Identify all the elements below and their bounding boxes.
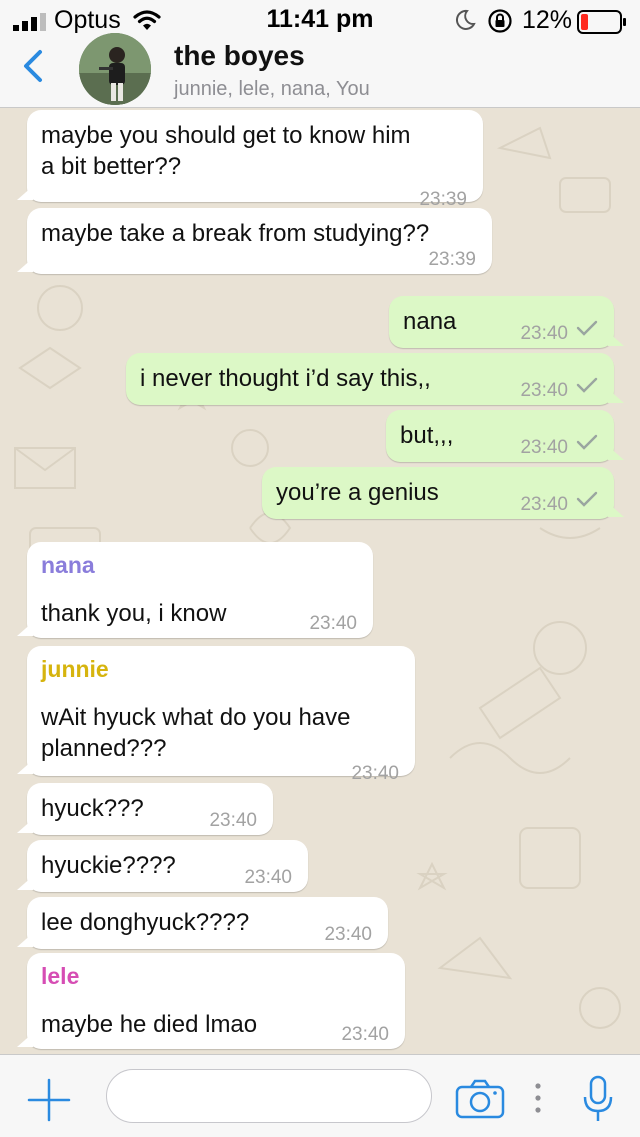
message-text: nana — [403, 308, 457, 335]
message-input[interactable] — [106, 1069, 432, 1123]
microphone-icon[interactable] — [582, 1075, 614, 1123]
bubble-tail — [17, 760, 33, 774]
message-timestamp: 23:40 — [520, 380, 568, 401]
bubble-tail — [608, 332, 624, 346]
bubble-tail — [608, 389, 624, 403]
sender-name[interactable]: lele — [41, 961, 79, 992]
message-timestamp: 23:40 — [309, 613, 357, 634]
more-dots-icon[interactable] — [532, 1081, 544, 1115]
incoming-message-bubble[interactable]: lee donghyuck???? 23:40 — [17, 897, 388, 949]
outgoing-message-bubble[interactable]: you’re a genius 23:40 — [262, 467, 624, 519]
plus-icon[interactable] — [27, 1078, 71, 1122]
sent-check-icon — [576, 377, 598, 393]
incoming-message-bubble[interactable]: maybe take a break from studying?? 23:39 — [17, 208, 492, 274]
bubble-tail — [608, 503, 624, 517]
incoming-message-bubble[interactable]: maybe you should get to know him a bit be… — [17, 110, 483, 210]
input-bar — [0, 1054, 640, 1137]
message-timestamp: 23:40 — [520, 323, 568, 344]
sent-check-icon — [576, 491, 598, 507]
sent-check-icon — [576, 434, 598, 450]
incoming-message-bubble[interactable]: nana thank you, i know 23:40 — [17, 542, 373, 638]
message-text: but,,, — [400, 422, 454, 449]
message-timestamp: 23:40 — [209, 810, 257, 831]
outgoing-message-bubble[interactable]: but,,, 23:40 — [386, 410, 624, 462]
battery-icon — [577, 10, 626, 34]
message-timestamp: 23:40 — [244, 867, 292, 888]
message-timestamp: 23:40 — [324, 924, 372, 945]
chevron-left-icon[interactable] — [20, 48, 46, 84]
group-photo — [79, 33, 151, 105]
message-text: maybe you should get to know him — [41, 122, 411, 149]
chat-members[interactable]: junnie, lele, nana, You — [174, 78, 370, 101]
chat-header: Optus 11:41 pm 12% the boyes junnie, lel… — [0, 0, 640, 108]
chat-title[interactable]: the boyes — [174, 40, 305, 72]
message-text: wAit hyuck what do you have — [41, 704, 351, 731]
bubble-tail — [608, 446, 624, 460]
message-timestamp: 23:39 — [428, 249, 476, 270]
status-bar: Optus 11:41 pm 12% — [0, 0, 640, 40]
incoming-message-bubble[interactable]: lele maybe he died lmao 23:40 — [17, 953, 405, 1049]
message-list[interactable]: maybe you should get to know him a bit be… — [0, 108, 640, 1054]
outgoing-message-bubble[interactable]: i never thought i’d say this,, 23:40 — [126, 353, 624, 405]
message-text: thank you, i know — [41, 600, 227, 627]
moon-icon — [455, 9, 476, 30]
bubble-tail — [17, 258, 33, 272]
outgoing-message-bubble[interactable]: nana 23:40 — [389, 296, 624, 348]
message-timestamp: 23:40 — [520, 494, 568, 515]
sender-name[interactable]: junnie — [41, 654, 109, 685]
battery-percent: 12% — [522, 6, 573, 34]
bubble-tail — [17, 876, 33, 890]
incoming-message-bubble[interactable]: junnie wAit hyuck what do you have planned… — [17, 646, 415, 784]
orientation-lock-icon — [488, 9, 512, 33]
message-text: a bit better?? — [41, 153, 182, 180]
avatar[interactable] — [79, 33, 151, 105]
bubble-tail — [17, 933, 33, 947]
message-timestamp: 23:40 — [351, 763, 399, 784]
message-text: you’re a genius — [276, 479, 439, 506]
message-timestamp: 23:40 — [341, 1024, 389, 1045]
message-text: maybe he died lmao — [41, 1011, 258, 1038]
message-text: hyuckie???? — [41, 852, 176, 879]
message-text: hyuck??? — [41, 795, 144, 822]
message-text: lee donghyuck???? — [41, 909, 250, 936]
message-timestamp: 23:40 — [520, 437, 568, 458]
bubble-tail — [17, 622, 33, 636]
bubble-tail — [17, 1033, 33, 1047]
incoming-message-bubble[interactable]: hyuckie???? 23:40 — [17, 840, 308, 892]
message-text: i never thought i’d say this,, — [140, 365, 431, 392]
message-text: planned??? — [41, 735, 167, 762]
camera-icon[interactable] — [455, 1079, 505, 1119]
sender-name[interactable]: nana — [41, 550, 95, 581]
bubble-tail — [17, 186, 33, 200]
incoming-message-bubble[interactable]: hyuck??? 23:40 — [17, 783, 273, 835]
sent-check-icon — [576, 320, 598, 336]
message-text: maybe take a break from studying?? — [41, 220, 430, 247]
bubble-tail — [17, 819, 33, 833]
